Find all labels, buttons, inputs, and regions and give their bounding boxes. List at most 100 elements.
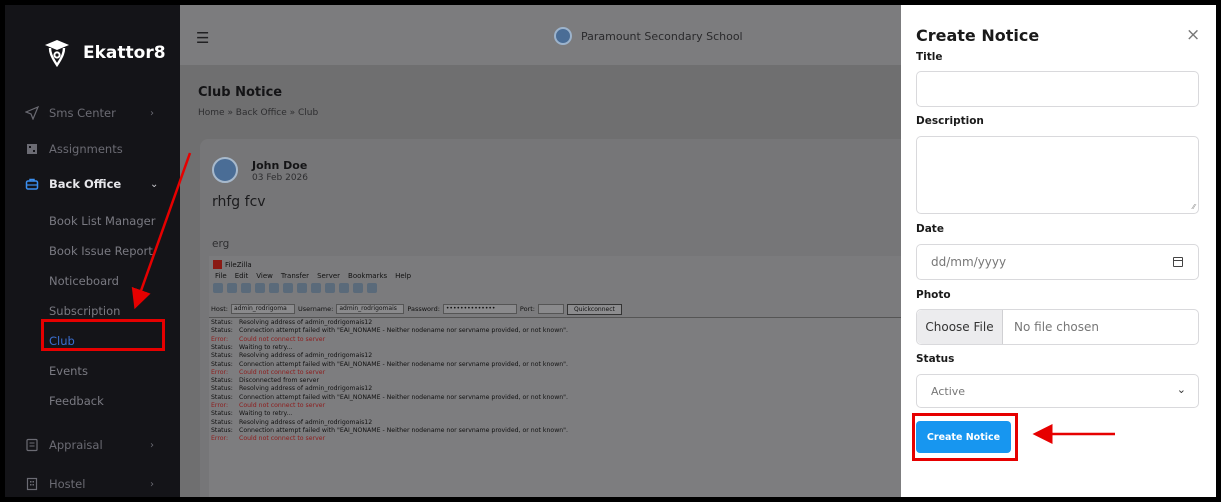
fz-menu-item: Bookmarks bbox=[348, 272, 388, 280]
toolbar-icon bbox=[227, 283, 237, 293]
title-input[interactable] bbox=[916, 71, 1199, 107]
log-line: Error: Could not connect to server bbox=[211, 336, 325, 344]
password-field: •••••••••••••• bbox=[442, 304, 517, 314]
log-status: Error: bbox=[211, 402, 229, 409]
date-input[interactable]: dd/mm/yyyy bbox=[916, 244, 1199, 280]
notice-card: John Doe 03 Feb 2026 rhfg fcv erg FileZi… bbox=[200, 139, 920, 497]
main-content: ☰ Paramount Secondary School Club Notice… bbox=[180, 5, 920, 497]
chevron-right-icon: › bbox=[150, 107, 154, 119]
school-logo-icon bbox=[554, 27, 572, 45]
log-status: Error: bbox=[211, 335, 229, 343]
filezilla-quickconnect-bar: Host: admin_rodrigoma Username: admin_ro… bbox=[209, 302, 909, 316]
port-label: Port: bbox=[519, 305, 535, 313]
choose-file-button[interactable]: Choose File bbox=[917, 310, 1003, 344]
sidebar-subitem-subscription[interactable]: Subscription bbox=[49, 304, 120, 318]
menu-icon[interactable]: ☰ bbox=[196, 29, 209, 47]
school-name: Paramount Secondary School bbox=[581, 29, 743, 43]
filezilla-logo-icon bbox=[213, 260, 222, 269]
post-date: 03 Feb 2026 bbox=[252, 173, 309, 183]
clipboard-icon bbox=[26, 438, 38, 452]
no-file-text: No file chosen bbox=[1014, 320, 1100, 334]
sidebar-item-label: Back Office bbox=[49, 177, 122, 191]
brand-name: Ekattor8 bbox=[83, 43, 166, 63]
status-selected-value: Active bbox=[931, 385, 966, 398]
username-field: admin_rodrigomais bbox=[336, 304, 405, 314]
fz-menu-item: Help bbox=[395, 272, 412, 280]
sidebar-item-sms-center[interactable]: Sms Center › bbox=[5, 98, 180, 128]
close-icon[interactable]: × bbox=[1186, 25, 1200, 45]
annotation-highlight-club bbox=[41, 319, 165, 351]
building-icon bbox=[26, 477, 38, 491]
log-line: Error: Could not connect to server bbox=[211, 435, 325, 443]
log-line: Status: Disconnected from server bbox=[211, 377, 319, 385]
page-title: Club Notice bbox=[198, 85, 283, 100]
fz-menu-item: Server bbox=[317, 272, 341, 280]
log-status: Status: bbox=[211, 327, 233, 335]
log-text: Resolving address of admin_rodrigomais12 bbox=[239, 352, 373, 360]
sidebar-subitem-feedback[interactable]: Feedback bbox=[49, 394, 104, 408]
resize-handle-icon[interactable]: ⁄⁄ bbox=[1193, 203, 1195, 211]
sidebar-item-label: Assignments bbox=[49, 142, 123, 156]
log-line: Status: Connection attempt failed with "E… bbox=[211, 327, 568, 335]
filezilla-menubar: File Edit View Transfer Server Bookmarks… bbox=[215, 272, 411, 280]
toolbar-icon bbox=[339, 283, 349, 293]
chevron-down-icon: ⌄ bbox=[150, 178, 159, 190]
chevron-right-icon: › bbox=[150, 478, 154, 490]
status-select[interactable]: Active ⌄ bbox=[916, 374, 1199, 408]
toolbar-icon bbox=[213, 283, 223, 293]
port-field bbox=[537, 304, 564, 314]
filezilla-title: FileZilla bbox=[225, 260, 252, 269]
sidebar-item-label: Sms Center bbox=[49, 106, 116, 120]
log-status: Error: bbox=[211, 435, 229, 443]
log-line: Error: Could not connect to server bbox=[211, 369, 325, 377]
sidebar-subitem-noticeboard[interactable]: Noticeboard bbox=[49, 274, 119, 288]
sidebar-subitem-events[interactable]: Events bbox=[49, 364, 88, 378]
log-line: Status: Resolving address of admin_rodrig… bbox=[211, 419, 372, 427]
sidebar-item-appraisal[interactable]: Appraisal › bbox=[5, 430, 180, 460]
log-status: Status: bbox=[211, 319, 233, 326]
description-textarea[interactable]: ⁄⁄ bbox=[916, 136, 1199, 214]
log-text: Connection attempt failed with "EAI_NONA… bbox=[239, 360, 568, 368]
log-text: Resolving address of admin_rodrigomais12 bbox=[239, 385, 373, 393]
log-text: Connection attempt failed with "EAI_NONA… bbox=[239, 426, 568, 434]
sidebar-item-hostel[interactable]: Hostel › bbox=[5, 469, 180, 497]
log-status: Error: bbox=[211, 368, 229, 376]
fz-menu-item: View bbox=[256, 272, 273, 280]
log-status: Status: bbox=[211, 343, 233, 351]
toolbar-icon bbox=[283, 283, 293, 293]
filezilla-message-log: Status: Resolving address of admin_rodrig… bbox=[209, 317, 909, 497]
host-field: admin_rodrigoma bbox=[231, 304, 295, 314]
sidebar-item-assignments[interactable]: Assignments bbox=[5, 134, 180, 164]
photo-file-input[interactable]: Choose File No file chosen bbox=[916, 309, 1199, 345]
log-text: Disconnected from server bbox=[239, 377, 320, 385]
chevron-right-icon: › bbox=[150, 439, 154, 451]
fz-menu-item: Transfer bbox=[280, 272, 310, 280]
quickconnect-button: Quickconnect bbox=[566, 303, 622, 315]
post-title: rhfg fcv bbox=[212, 194, 266, 210]
log-status: Status: bbox=[211, 385, 233, 393]
log-line: Status: Resolving address of admin_rodrig… bbox=[211, 385, 372, 393]
post-description: erg bbox=[212, 238, 230, 250]
topbar: ☰ Paramount Secondary School bbox=[180, 5, 901, 65]
date-placeholder: dd/mm/yyyy bbox=[931, 255, 1007, 269]
calendar-icon[interactable] bbox=[1173, 257, 1183, 267]
toolbar-icon bbox=[311, 283, 321, 293]
sidebar-subitem-book-list-manager[interactable]: Book List Manager bbox=[49, 214, 155, 228]
log-status: Status: bbox=[211, 377, 233, 385]
briefcase-icon bbox=[25, 178, 39, 190]
brand[interactable]: Ekattor8 bbox=[43, 38, 166, 68]
description-label: Description bbox=[916, 115, 984, 127]
create-notice-button[interactable]: Create Notice bbox=[916, 421, 1011, 453]
log-text: Could not connect to server bbox=[239, 402, 326, 409]
fz-menu-item: File bbox=[215, 272, 227, 280]
log-status: Status: bbox=[211, 393, 233, 401]
log-line: Status: Connection attempt failed with "E… bbox=[211, 361, 568, 369]
sidebar-item-label: Hostel bbox=[49, 477, 86, 491]
sidebar-subitem-book-issue-report[interactable]: Book Issue Report bbox=[49, 244, 153, 258]
date-label: Date bbox=[916, 223, 944, 235]
toolbar-icon bbox=[367, 283, 377, 293]
host-label: Host: bbox=[211, 305, 228, 313]
sidebar-item-back-office[interactable]: Back Office ⌄ bbox=[5, 169, 180, 199]
log-line: Error: Could not connect to server bbox=[211, 402, 325, 410]
log-text: Connection attempt failed with "EAI_NONA… bbox=[239, 327, 568, 335]
